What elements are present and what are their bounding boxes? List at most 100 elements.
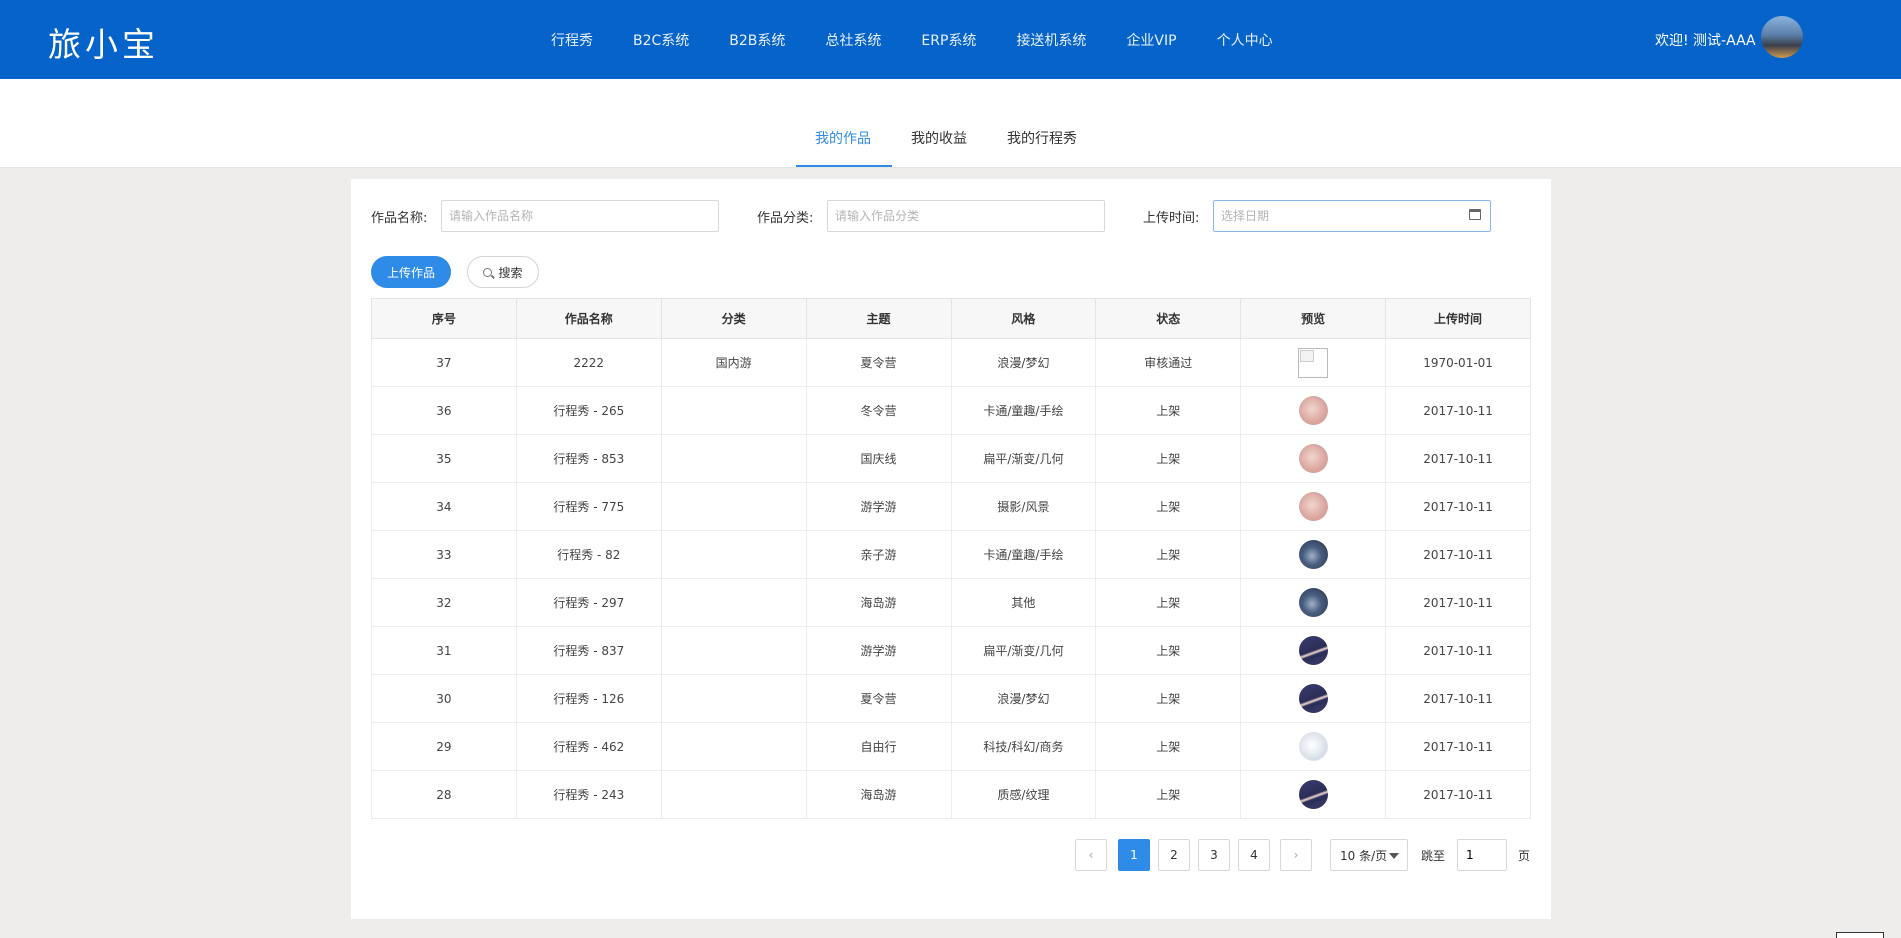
table-row[interactable]: 29 行程秀 - 462 自由行 科技/科幻/商务 上架 2017-10-11 <box>371 722 1531 771</box>
cell-name: 行程秀 - 853 <box>515 434 662 483</box>
nav-item-zongshe[interactable]: 总社系统 <box>825 30 881 50</box>
date-picker-input[interactable] <box>1213 200 1491 232</box>
table-header-row: 序号 作品名称 分类 主题 风格 状态 预览 上传时间 <box>371 298 1531 339</box>
upload-work-button[interactable]: 上传作品 <box>371 256 451 288</box>
cell-upload-time: 2017-10-11 <box>1385 578 1531 627</box>
cell-id: 32 <box>371 578 517 627</box>
cell-name: 行程秀 - 837 <box>515 626 662 675</box>
search-button[interactable]: 搜索 <box>467 256 539 288</box>
cell-category <box>660 530 807 579</box>
preview-thumbnail[interactable] <box>1298 444 1328 473</box>
cell-style: 卡通/童趣/手绘 <box>950 530 1097 579</box>
work-category-input[interactable] <box>827 200 1105 232</box>
prev-page-button[interactable]: ‹ <box>1075 839 1107 871</box>
tab-my-xingchengxiu[interactable]: 我的行程秀 <box>1007 128 1077 148</box>
cell-upload-time: 2017-10-11 <box>1385 626 1531 675</box>
cell-preview <box>1240 434 1387 483</box>
cell-id: 37 <box>371 338 517 387</box>
cell-name: 行程秀 - 297 <box>515 578 662 627</box>
preview-thumbnail[interactable] <box>1298 492 1328 521</box>
table-row[interactable]: 30 行程秀 - 126 夏令营 浪漫/梦幻 上架 2017-10-11 <box>371 674 1531 723</box>
cell-name: 行程秀 - 243 <box>515 770 662 819</box>
work-name-label: 作品名称: <box>371 211 428 226</box>
column-header-style: 风格 <box>950 298 1097 339</box>
column-header-category: 分类 <box>660 298 807 339</box>
cell-status: 上架 <box>1095 722 1242 771</box>
tab-bar: 我的作品 我的收益 我的行程秀 <box>0 79 1901 168</box>
next-page-button[interactable]: › <box>1280 839 1312 871</box>
cell-upload-time: 2017-10-11 <box>1385 770 1531 819</box>
cell-preview <box>1240 722 1387 771</box>
preview-thumbnail[interactable] <box>1298 396 1328 425</box>
work-name-input[interactable] <box>441 200 719 232</box>
column-header-upload-time: 上传时间 <box>1385 298 1531 339</box>
column-header-name: 作品名称 <box>515 298 662 339</box>
cell-name: 行程秀 - 265 <box>515 386 662 435</box>
cell-id: 28 <box>371 770 517 819</box>
tab-my-earnings[interactable]: 我的收益 <box>911 128 967 148</box>
cell-status: 上架 <box>1095 626 1242 675</box>
cell-status: 上架 <box>1095 434 1242 483</box>
chevron-down-icon <box>1389 853 1399 859</box>
cell-theme: 游学游 <box>805 626 952 675</box>
table-row[interactable]: 37 2222 国内游 夏令营 浪漫/梦幻 审核通过 1970-01-01 <box>371 338 1531 387</box>
nav-item-xingchengxiu[interactable]: 行程秀 <box>551 30 593 50</box>
cell-upload-time: 2017-10-11 <box>1385 722 1531 771</box>
cell-preview <box>1240 578 1387 627</box>
table-row[interactable]: 33 行程秀 - 82 亲子游 卡通/童趣/手绘 上架 2017-10-11 <box>371 530 1531 579</box>
page-button-4[interactable]: 4 <box>1238 839 1270 871</box>
preview-thumbnail[interactable] <box>1298 347 1329 378</box>
page-size-select[interactable]: 10 条/页 <box>1330 839 1408 871</box>
cell-preview <box>1240 338 1387 387</box>
nav-item-enterprise-vip[interactable]: 企业VIP <box>1126 30 1176 50</box>
cell-name: 行程秀 - 82 <box>515 530 662 579</box>
cell-upload-time: 2017-10-11 <box>1385 386 1531 435</box>
page-button-1[interactable]: 1 <box>1118 839 1150 871</box>
cell-preview <box>1240 482 1387 531</box>
cell-name: 行程秀 - 775 <box>515 482 662 531</box>
table-row[interactable]: 35 行程秀 - 853 国庆线 扁平/渐变/几何 上架 2017-10-11 <box>371 434 1531 483</box>
cell-style: 质感/纹理 <box>950 770 1097 819</box>
cell-theme: 自由行 <box>805 722 952 771</box>
table-row[interactable]: 28 行程秀 - 243 海岛游 质感/纹理 上架 2017-10-11 <box>371 770 1531 819</box>
preview-thumbnail[interactable] <box>1298 780 1328 809</box>
preview-thumbnail[interactable] <box>1298 636 1328 665</box>
search-button-label: 搜索 <box>498 265 523 280</box>
tab-my-works[interactable]: 我的作品 <box>815 128 871 148</box>
avatar[interactable] <box>1761 16 1803 58</box>
logo[interactable]: 旅小宝 <box>48 18 159 66</box>
cell-theme: 冬令营 <box>805 386 952 435</box>
cell-id: 33 <box>371 530 517 579</box>
page-button-3[interactable]: 3 <box>1198 839 1230 871</box>
table-row[interactable]: 32 行程秀 - 297 海岛游 其他 上架 2017-10-11 <box>371 578 1531 627</box>
preview-thumbnail[interactable] <box>1298 588 1328 617</box>
cell-status: 审核通过 <box>1095 338 1242 387</box>
nav-item-b2c[interactable]: B2C系统 <box>633 30 689 50</box>
cell-upload-time: 2017-10-11 <box>1385 530 1531 579</box>
column-header-preview: 预览 <box>1240 298 1387 339</box>
table-row[interactable]: 34 行程秀 - 775 游学游 摄影/风景 上架 2017-10-11 <box>371 482 1531 531</box>
cell-theme: 游学游 <box>805 482 952 531</box>
nav-item-personal-center[interactable]: 个人中心 <box>1217 30 1273 50</box>
nav-item-jiesongji[interactable]: 接送机系统 <box>1016 30 1086 50</box>
preview-thumbnail[interactable] <box>1298 732 1328 761</box>
cell-theme: 夏令营 <box>805 674 952 723</box>
preview-thumbnail[interactable] <box>1298 684 1328 713</box>
cell-category: 国内游 <box>660 338 807 387</box>
cell-preview <box>1240 626 1387 675</box>
jump-page-input[interactable] <box>1457 839 1507 871</box>
page-size-value: 10 条/页 <box>1340 848 1388 863</box>
cell-id: 29 <box>371 722 517 771</box>
table-row[interactable]: 31 行程秀 - 837 游学游 扁平/渐变/几何 上架 2017-10-11 <box>371 626 1531 675</box>
cell-preview <box>1240 386 1387 435</box>
active-tab-indicator <box>796 165 892 167</box>
cell-upload-time: 2017-10-11 <box>1385 482 1531 531</box>
preview-thumbnail[interactable] <box>1298 540 1328 569</box>
table-row[interactable]: 36 行程秀 - 265 冬令营 卡通/童趣/手绘 上架 2017-10-11 <box>371 386 1531 435</box>
calendar-icon[interactable] <box>1469 209 1481 220</box>
cell-theme: 海岛游 <box>805 578 952 627</box>
nav-item-b2b[interactable]: B2B系统 <box>729 30 785 50</box>
page-button-2[interactable]: 2 <box>1158 839 1190 871</box>
cell-preview <box>1240 530 1387 579</box>
nav-item-erp[interactable]: ERP系统 <box>921 30 976 50</box>
